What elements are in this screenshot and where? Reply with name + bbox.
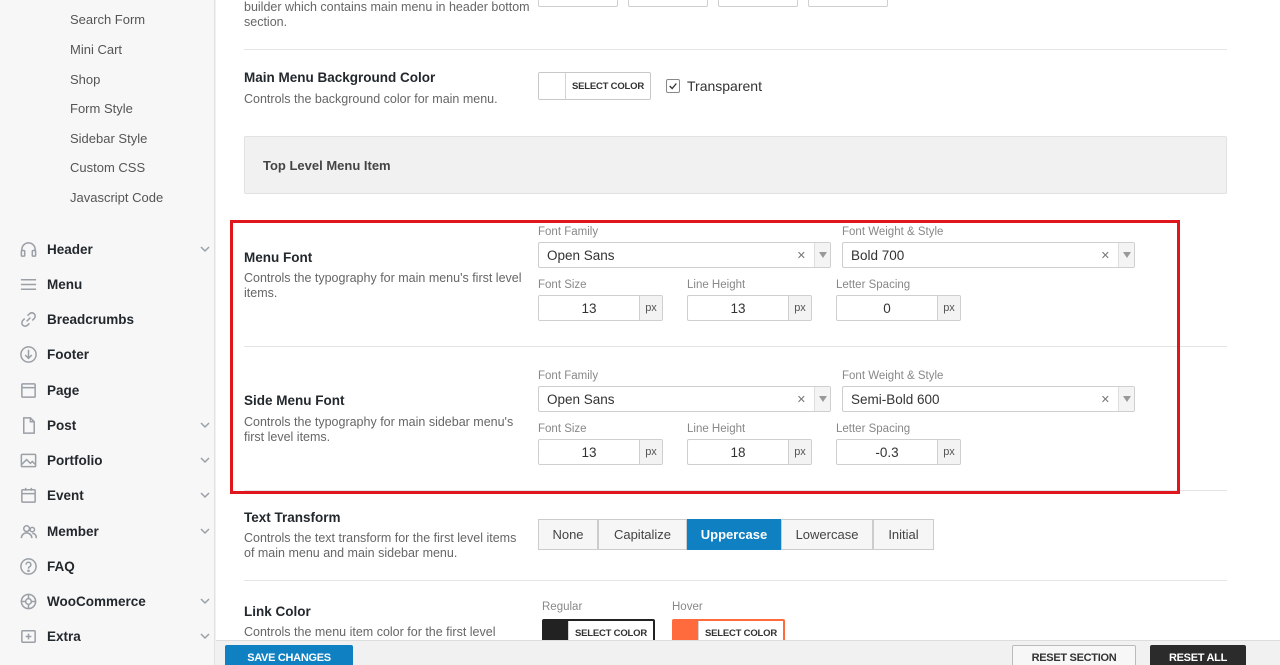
transform-option-lowercase[interactable]: Lowercase [781, 519, 873, 550]
sidebar-item-portfolio[interactable]: Portfolio [18, 448, 214, 472]
checkmark-icon [669, 83, 677, 90]
save-changes-button[interactable]: SAVE CHANGES [225, 645, 353, 665]
regular-label: Regular [542, 601, 583, 613]
chevron-down-icon [199, 595, 211, 607]
reset-all-button[interactable]: RESET ALL [1150, 645, 1246, 665]
transform-option-none[interactable]: None [538, 519, 598, 550]
sidebar-item-woocommerce[interactable]: WooCommerce [18, 589, 214, 613]
transparent-checkbox[interactable] [666, 79, 680, 93]
question-icon [18, 556, 38, 576]
sidebar-item-label: Breadcrumbs [47, 311, 135, 327]
color-swatch [539, 73, 566, 99]
post-icon [18, 415, 38, 435]
link-color-title: Link Color [244, 604, 311, 619]
menu-lines-icon [18, 274, 38, 294]
bottom-action-bar: SAVE CHANGES RESET SECTION RESET ALL [216, 640, 1280, 665]
hover-label: Hover [672, 601, 703, 613]
woocommerce-icon [18, 591, 38, 611]
top-row-input-4[interactable] [808, 0, 888, 7]
sidebar: Search Form Mini Cart Shop Form Style Si… [0, 0, 215, 665]
highlight-box [230, 220, 1180, 494]
top-row-input-3[interactable] [718, 0, 798, 7]
sidebar-item-label: Header [47, 241, 93, 257]
sidebar-item-label: Menu [47, 276, 83, 292]
sidebar-subitem-javascript-code[interactable]: Javascript Code [70, 190, 163, 205]
image-icon [18, 450, 38, 470]
sidebar-subitem-mini-cart[interactable]: Mini Cart [70, 42, 122, 57]
sidebar-item-faq[interactable]: FAQ [18, 554, 214, 578]
sidebar-item-label: Portfolio [47, 452, 103, 468]
sidebar-item-label: Member [47, 523, 99, 539]
link-color-description: Controls the menu item color for the fir… [244, 625, 496, 639]
text-transform-title: Text Transform [244, 510, 341, 525]
sidebar-subitem-custom-css[interactable]: Custom CSS [70, 160, 145, 175]
section-header-box: Top Level Menu Item [244, 136, 1227, 194]
color-swatch [674, 621, 699, 640]
top-row-input-2[interactable] [628, 0, 708, 7]
sidebar-item-header[interactable]: Header [18, 237, 214, 261]
chevron-down-icon [199, 454, 211, 466]
chevron-down-icon [199, 525, 211, 537]
regular-color-picker[interactable]: SELECT COLOR [542, 619, 655, 640]
sidebar-item-label: Event [47, 487, 84, 503]
top-row-input-1[interactable] [538, 0, 618, 7]
sidebar-subitem-search-form[interactable]: Search Form [70, 12, 145, 27]
sidebar-item-label: FAQ [47, 558, 75, 574]
sidebar-item-label: Page [47, 382, 80, 398]
hover-color-picker[interactable]: SELECT COLOR [672, 619, 785, 640]
extra-icon [18, 626, 38, 646]
sidebar-item-member[interactable]: Member [18, 519, 214, 543]
chevron-down-icon [199, 630, 211, 642]
transform-option-uppercase[interactable]: Uppercase [687, 519, 781, 550]
sidebar-item-page[interactable]: Page [18, 378, 214, 402]
sidebar-item-label: Post [47, 417, 77, 433]
users-icon [18, 521, 38, 541]
select-color-button[interactable]: SELECT COLOR [699, 628, 783, 639]
link-icon [18, 309, 38, 329]
sidebar-item-footer[interactable]: Footer [18, 342, 214, 366]
sidebar-item-event[interactable]: Event [18, 483, 214, 507]
text-transform-description: Controls the text transform for the firs… [244, 531, 517, 560]
color-swatch [544, 621, 569, 640]
chevron-down-icon [199, 419, 211, 431]
chevron-down-icon [199, 243, 211, 255]
divider [244, 580, 1227, 581]
sidebar-subitem-sidebar-style[interactable]: Sidebar Style [70, 131, 147, 146]
headphones-icon [18, 239, 38, 259]
transparent-label: Transparent [687, 78, 762, 94]
select-color-button[interactable]: SELECT COLOR [569, 628, 653, 639]
bg-color-title: Main Menu Background Color [244, 70, 436, 85]
bg-color-description: Controls the background color for main m… [244, 92, 498, 106]
sidebar-item-extra[interactable]: Extra [18, 624, 214, 648]
sidebar-item-menu[interactable]: Menu [18, 272, 214, 296]
sidebar-item-breadcrumbs[interactable]: Breadcrumbs [18, 307, 214, 331]
page-icon [18, 380, 38, 400]
bg-color-picker[interactable]: SELECT COLOR [538, 72, 651, 100]
section-header-title: Top Level Menu Item [263, 158, 391, 173]
sidebar-item-label: Footer [47, 346, 89, 362]
transform-option-initial[interactable]: Initial [873, 519, 934, 550]
reset-section-button[interactable]: RESET SECTION [1012, 645, 1136, 665]
top-row-description: builder which contains main menu in head… [244, 0, 530, 29]
divider [244, 49, 1227, 50]
sidebar-item-label: WooCommerce [47, 593, 146, 609]
sidebar-subitem-shop[interactable]: Shop [70, 72, 100, 87]
sidebar-item-post[interactable]: Post [18, 413, 214, 437]
chevron-down-icon [199, 489, 211, 501]
arrow-down-circle-icon [18, 344, 38, 364]
calendar-icon [18, 485, 38, 505]
sidebar-subitem-form-style[interactable]: Form Style [70, 101, 133, 116]
select-color-button[interactable]: SELECT COLOR [566, 81, 650, 92]
transform-option-capitalize[interactable]: Capitalize [598, 519, 687, 550]
sidebar-item-label: Extra [47, 628, 81, 644]
